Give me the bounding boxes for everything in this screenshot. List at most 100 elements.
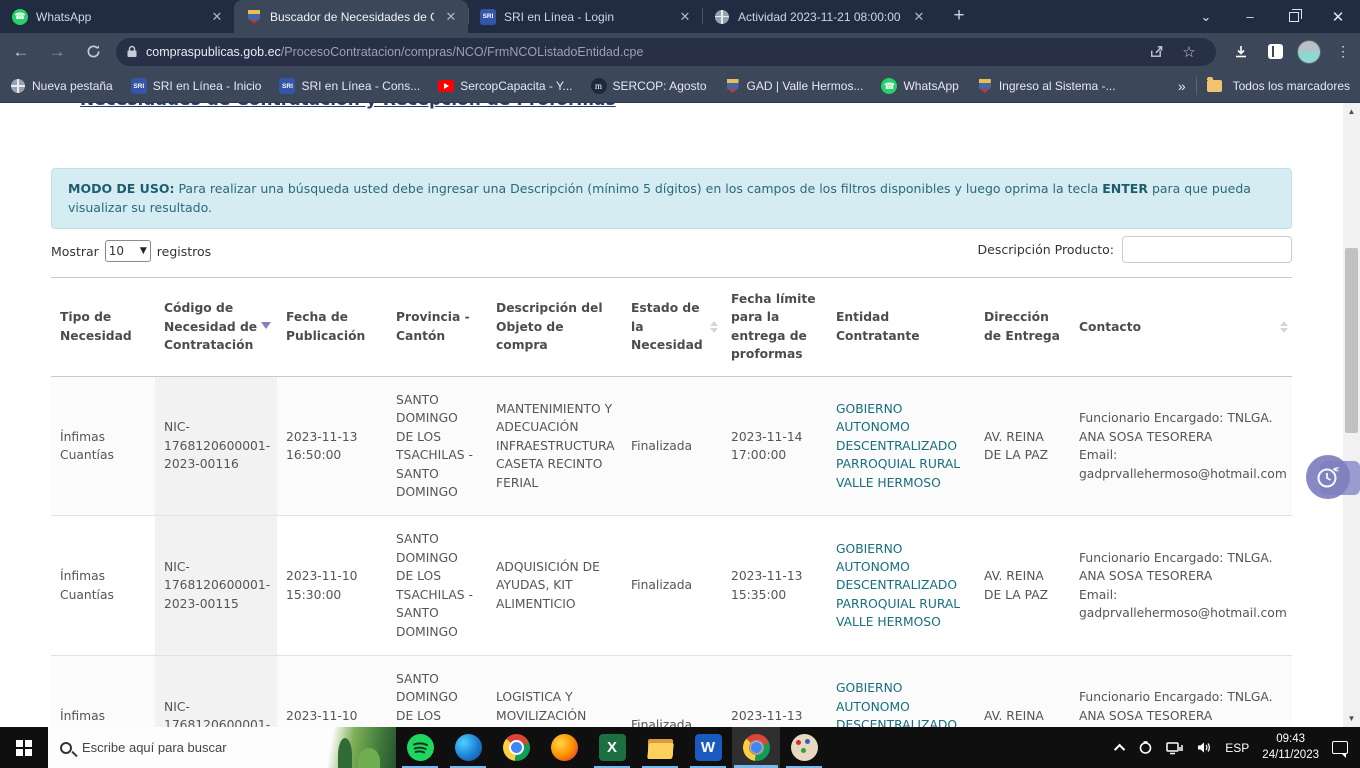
volume-button[interactable]: [1196, 740, 1212, 755]
hidden-icons-button[interactable]: [1117, 744, 1125, 752]
col-contacto[interactable]: Contacto: [1070, 278, 1292, 377]
all-bookmarks-button[interactable]: Todos los marcadores: [1233, 79, 1350, 93]
taskbar-spotify[interactable]: [396, 727, 444, 768]
taskbar-word[interactable]: W: [684, 727, 732, 768]
taskbar-excel[interactable]: X: [588, 727, 636, 768]
tab-sri-login[interactable]: SRI SRI en Línea - Login ✕: [468, 0, 702, 33]
table-row: Ínfimas Cuantías NIC-1768120600001-2023-…: [51, 656, 1292, 728]
clock-icon: [1313, 462, 1343, 492]
cell-contacto: Funcionario Encargado: TNLGA. ANA SOSA T…: [1070, 516, 1292, 656]
bookmarks-overflow-button[interactable]: »: [1178, 78, 1186, 94]
col-estado-necesidad[interactable]: Estado de la Necesidad: [622, 278, 722, 377]
downloads-button[interactable]: [1226, 37, 1256, 67]
sri-icon: SRI: [131, 78, 147, 94]
language-indicator[interactable]: ESP: [1225, 741, 1249, 755]
restore-button[interactable]: [1272, 0, 1316, 33]
taskbar-paint[interactable]: [780, 727, 828, 768]
entity-link[interactable]: GOBIERNO AUTONOMO DESCENTRALIZADO PARROQ…: [827, 656, 975, 728]
tab-buscador-necesidades[interactable]: Buscador de Necesidades de Co ✕: [234, 0, 468, 33]
taskbar-clock[interactable]: 09:43 24/11/2023: [1262, 732, 1319, 763]
bookmark-star-button[interactable]: ☆: [1174, 37, 1204, 67]
cell-codigo: NIC-1768120600001-2023-00115: [155, 516, 277, 656]
bookmark-ingreso-sistema[interactable]: Ingreso al Sistema -...: [977, 78, 1116, 94]
tab-whatsapp[interactable]: ☎ WhatsApp ✕: [0, 0, 234, 33]
whatsapp-icon: ☎: [881, 78, 897, 94]
tab-search-chevron-icon[interactable]: ⌄: [1184, 0, 1228, 33]
minimize-button[interactable]: –: [1228, 0, 1272, 33]
windows-taskbar: Escribe aquí para buscar X W ESP 09:43 2…: [0, 727, 1360, 768]
globe-icon: [714, 9, 730, 25]
page-scrollbar[interactable]: ▲ ▼: [1343, 103, 1360, 727]
tab-actividad[interactable]: Actividad 2023-11-21 08:00:00 | N ✕: [702, 0, 936, 33]
col-codigo-necesidad[interactable]: Código de Necesidad de Contratación: [155, 278, 277, 377]
scroll-down-icon[interactable]: ▼: [1343, 710, 1360, 727]
bookmarks-folder-icon: [1207, 78, 1223, 94]
browser-menu-button[interactable]: ⋮: [1328, 37, 1358, 67]
bookmark-sri-inicio[interactable]: SRI SRI en Línea - Inicio: [131, 78, 262, 94]
windows-logo-icon: [16, 740, 32, 756]
close-button[interactable]: ✕: [1316, 0, 1360, 33]
taskbar-edge[interactable]: [444, 727, 492, 768]
bookmark-sercop-agosto[interactable]: m SERCOP: Agosto: [591, 78, 707, 94]
bookmark-label: WhatsApp: [903, 79, 958, 93]
chrome-icon: [503, 734, 530, 761]
records-per-page-select[interactable]: 10 ▼: [105, 240, 151, 262]
forward-button[interactable]: →: [42, 37, 72, 67]
lock-icon: [126, 45, 138, 58]
system-tray: ESP 09:43 24/11/2023: [1117, 727, 1360, 768]
start-button[interactable]: [0, 727, 48, 768]
taskbar-chrome-profile-active[interactable]: [732, 727, 780, 768]
cell-codigo: NIC-1768120600001-2023-00116: [155, 376, 277, 516]
product-description-input[interactable]: [1122, 236, 1292, 263]
profile-avatar[interactable]: [1294, 37, 1324, 67]
col-tipo-necesidad[interactable]: Tipo de Necesidad: [51, 278, 155, 377]
tab-close-icon[interactable]: ✕: [442, 8, 460, 26]
needs-table: Tipo de Necesidad Código de Necesidad de…: [51, 277, 1292, 727]
bookmark-whatsapp[interactable]: ☎ WhatsApp: [881, 78, 958, 94]
new-tab-button[interactable]: +: [946, 3, 972, 29]
sercop-icon: m: [591, 78, 607, 94]
share-button[interactable]: [1140, 37, 1170, 67]
download-icon: [1233, 44, 1249, 60]
taskbar-firefox[interactable]: [540, 727, 588, 768]
network-button[interactable]: [1166, 740, 1183, 755]
floating-timer-widget[interactable]: [1306, 455, 1352, 501]
taskbar-file-explorer[interactable]: [636, 727, 684, 768]
address-bar[interactable]: compraspublicas.gob.ec/ProcesoContrataci…: [116, 38, 1216, 66]
col-descripcion-objeto[interactable]: Descripción del Objeto de compra: [487, 278, 622, 377]
email-label: Email:: [1079, 588, 1117, 602]
search-placeholder: Escribe aquí para buscar: [82, 740, 227, 755]
col-direccion-entrega[interactable]: Dirección de Entrega: [975, 278, 1070, 377]
globe-icon: [10, 78, 26, 94]
action-center-button[interactable]: [1332, 741, 1348, 754]
side-panel-button[interactable]: [1260, 37, 1290, 67]
taskbar-search[interactable]: Escribe aquí para buscar: [48, 727, 396, 768]
back-button[interactable]: ←: [6, 37, 36, 67]
edge-icon: [455, 734, 482, 761]
chevron-down-icon: ▼: [140, 246, 147, 256]
taskbar-chrome[interactable]: [492, 727, 540, 768]
bookmark-sri-consultas[interactable]: SRI SRI en Línea - Cons...: [279, 78, 420, 94]
cell-provincia: SANTO DOMINGO DE LOS TSACHILAS - SANTO D…: [387, 656, 487, 728]
bookmark-gad-valle-hermoso[interactable]: GAD | Valle Hermos...: [725, 78, 864, 94]
tab-close-icon[interactable]: ✕: [208, 8, 226, 26]
bookmark-sercopcapacita[interactable]: SercopCapacita - Y...: [438, 78, 572, 94]
tray-app-button[interactable]: [1138, 740, 1153, 755]
word-icon: W: [695, 734, 722, 761]
col-provincia-canton[interactable]: Provincia - Cantón: [387, 278, 487, 377]
scroll-up-icon[interactable]: ▲: [1343, 103, 1360, 120]
tab-close-icon[interactable]: ✕: [910, 8, 928, 26]
col-fecha-publicacion[interactable]: Fecha de Publicación: [277, 278, 387, 377]
entity-link[interactable]: GOBIERNO AUTONOMO DESCENTRALIZADO PARROQ…: [827, 376, 975, 516]
scrollbar-thumb[interactable]: [1345, 248, 1358, 433]
col-fecha-limite[interactable]: Fecha límite para la entrega de proforma…: [722, 278, 827, 377]
cell-direccion: AV. REINA DE LA PAZ: [975, 656, 1070, 728]
bookmark-nueva-pestana[interactable]: Nueva pestaña: [10, 78, 113, 94]
tab-close-icon[interactable]: ✕: [676, 8, 694, 26]
col-entidad-contratante[interactable]: Entidad Contratante: [827, 278, 975, 377]
entity-link[interactable]: GOBIERNO AUTONOMO DESCENTRALIZADO PARROQ…: [827, 516, 975, 656]
cell-fecha-limite: 2023-11-13 12:50:00: [722, 656, 827, 728]
reload-button[interactable]: [78, 37, 108, 67]
contact-name: Funcionario Encargado: TNLGA. ANA SOSA T…: [1079, 551, 1273, 583]
clock-time: 09:43: [1262, 732, 1319, 748]
